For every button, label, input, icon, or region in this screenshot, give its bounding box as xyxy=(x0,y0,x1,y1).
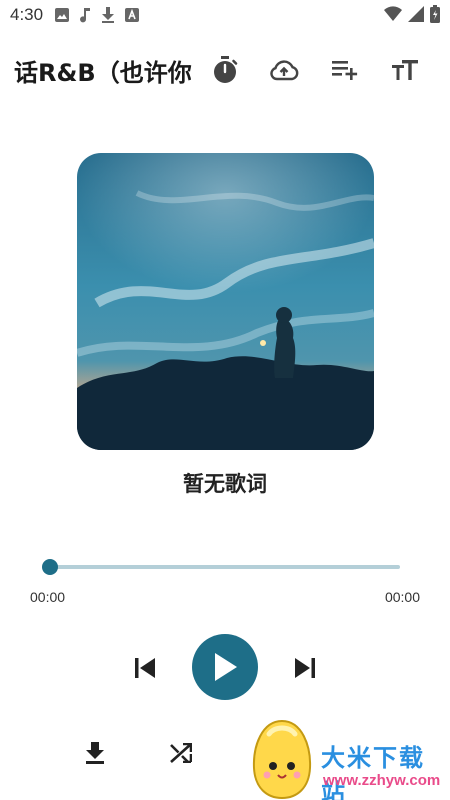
music-note-icon xyxy=(80,8,91,23)
timer-button[interactable] xyxy=(208,53,242,87)
shuffle-button[interactable] xyxy=(166,738,196,768)
download-icon xyxy=(86,742,104,764)
download-icon xyxy=(102,7,115,23)
progress-thumb[interactable] xyxy=(42,559,58,575)
notification-icons xyxy=(55,7,140,23)
playlist-add-icon xyxy=(332,61,358,80)
watermark-title: 大米下载站 xyxy=(321,744,425,800)
progress-track[interactable] xyxy=(50,565,400,569)
play-icon xyxy=(215,653,237,681)
playlist-add-button[interactable] xyxy=(328,53,362,87)
a-icon xyxy=(125,8,140,22)
skip-next-icon xyxy=(295,658,315,678)
total-time: 00:00 xyxy=(384,589,420,605)
watermark: 大米下载站 www.zzhyw.com xyxy=(243,718,450,800)
song-title: 话R&B（也许你 xyxy=(14,59,192,87)
status-bar: 4:30 xyxy=(0,0,450,30)
wifi-icon xyxy=(384,6,402,22)
watermark-url: www.zzhyw.com xyxy=(323,772,441,789)
text-size-button[interactable] xyxy=(388,53,422,87)
mascot-logo-icon xyxy=(252,719,312,800)
cloud-upload-icon xyxy=(270,60,299,81)
album-art xyxy=(77,153,374,450)
signal-icon xyxy=(408,6,424,22)
timer-icon xyxy=(214,56,238,83)
current-time: 00:00 xyxy=(30,589,66,605)
next-button[interactable] xyxy=(288,651,322,685)
text-size-icon xyxy=(392,60,418,80)
cloud-upload-button[interactable] xyxy=(267,53,301,87)
image-icon xyxy=(55,8,70,22)
app-bar: 话R&B（也许你 xyxy=(0,45,450,97)
lyrics-text: 暂无歌词 xyxy=(183,472,267,496)
battery-icon xyxy=(430,5,440,23)
shuffle-icon xyxy=(170,743,192,763)
status-time: 4:30 xyxy=(10,5,44,24)
play-button[interactable] xyxy=(192,634,258,700)
system-icons xyxy=(384,5,440,23)
download-button[interactable] xyxy=(80,738,110,768)
previous-button[interactable] xyxy=(128,651,162,685)
skip-previous-icon xyxy=(135,658,155,678)
